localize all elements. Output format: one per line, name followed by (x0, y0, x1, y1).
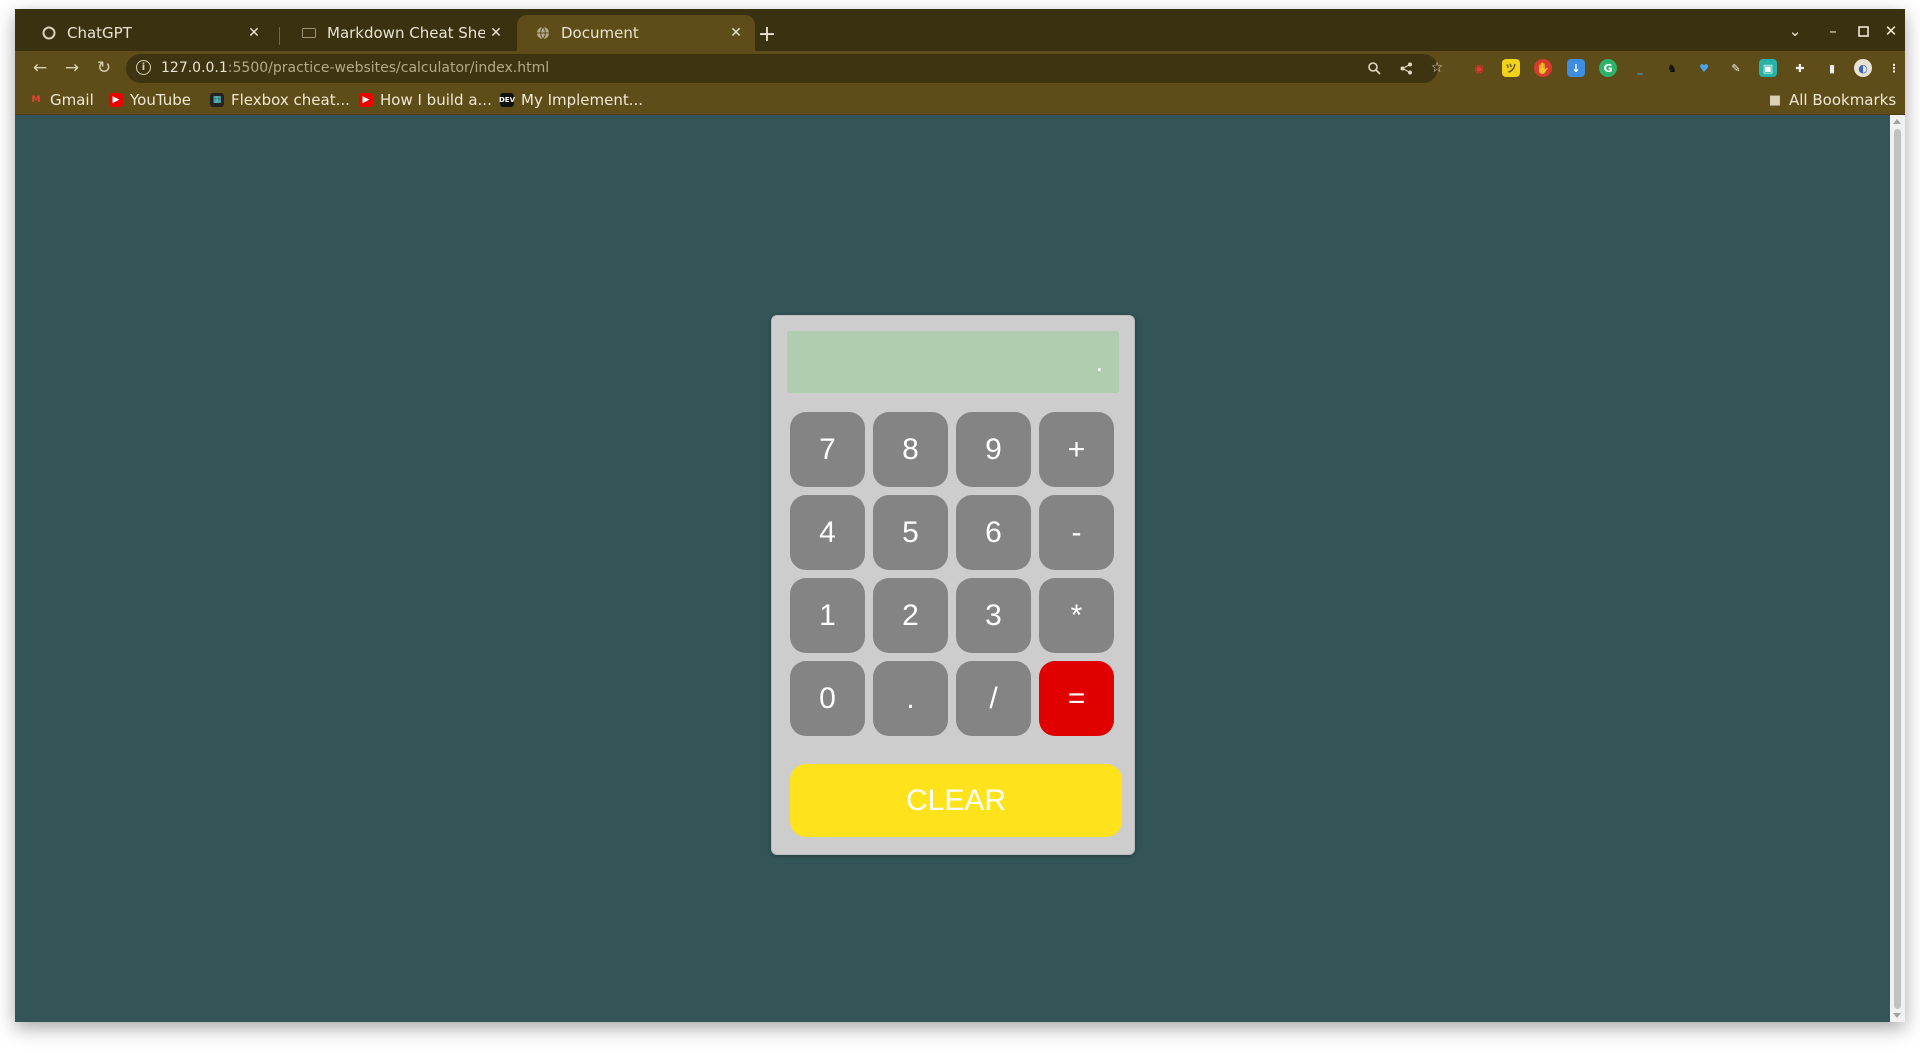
menu-icon[interactable]: ⋮ (1885, 59, 1903, 77)
zoom-icon[interactable] (1365, 59, 1383, 77)
key-3[interactable]: 3 (956, 578, 1031, 653)
browser-toolbar: ← → ↻ i 127.0.0.1:5500/practice-websites… (15, 51, 1905, 86)
back-icon[interactable]: ← (29, 57, 51, 79)
gmail-icon: M (31, 95, 41, 105)
tab-chatgpt[interactable]: ChatGPT ✕ (23, 15, 273, 51)
key-2[interactable]: 2 (873, 578, 948, 653)
key-divide[interactable]: / (956, 661, 1031, 736)
maximize-icon[interactable] (1853, 21, 1873, 41)
youtube-icon: ▶ (359, 93, 373, 107)
globe-icon (535, 25, 551, 41)
share-icon[interactable] (1397, 59, 1415, 77)
all-bookmarks[interactable]: ■ All Bookmarks (1768, 91, 1896, 109)
key-4[interactable]: 4 (790, 495, 865, 570)
extension-grammarly-icon[interactable]: G (1599, 59, 1617, 77)
extension-heart-icon[interactable]: ♥ (1695, 59, 1713, 77)
page-scrollbar[interactable] (1890, 115, 1905, 1022)
dev-icon: DEV (499, 93, 515, 107)
flexbox-icon: ▦ (210, 93, 224, 107)
extension-record-icon[interactable]: ◉ (1470, 59, 1488, 77)
extensions-puzzle-icon[interactable]: ✚ (1791, 59, 1809, 77)
forward-icon[interactable]: → (61, 57, 83, 79)
extension-dropper-icon[interactable]: ✎ (1727, 59, 1745, 77)
url-path: :5500/practice-websites/calculator/index… (227, 60, 550, 76)
markdown-icon (301, 25, 317, 41)
bookmark-my-implement[interactable]: DEV My Implement... (499, 91, 644, 109)
key-decimal[interactable]: . (873, 661, 948, 736)
bookmark-how-i-build[interactable]: ▶ How I build a... (359, 91, 492, 109)
key-0[interactable]: 0 (790, 661, 865, 736)
new-tab-button[interactable]: + (755, 22, 779, 47)
tab-label: Markdown Cheat Sheet | (327, 24, 485, 42)
keypad: 7 8 9 + 4 5 6 - 1 2 3 * 0 . / = (790, 412, 1122, 736)
folder-icon: ■ (1768, 92, 1782, 108)
calculator: . 7 8 9 + 4 5 6 - 1 2 3 * 0 . / = CLEAR (771, 315, 1135, 855)
tab-search-icon[interactable]: ⌄ (1785, 21, 1805, 41)
page-content: . 7 8 9 + 4 5 6 - 1 2 3 * 0 . / = CLEAR (15, 115, 1890, 1022)
scroll-down-arrow-icon[interactable] (1893, 1013, 1901, 1018)
bookmark-flexbox[interactable]: ▦ Flexbox cheat... (210, 91, 350, 109)
bookmark-youtube[interactable]: ▶ YouTube (109, 91, 191, 109)
close-window-icon[interactable]: ✕ (1881, 21, 1901, 41)
site-info-icon[interactable]: i (136, 60, 151, 75)
tab-label: ChatGPT (67, 24, 132, 42)
extension-box-icon[interactable]: ▣ (1759, 59, 1777, 77)
tab-label: Document (561, 24, 639, 42)
tab-divider (279, 27, 280, 45)
key-plus[interactable]: + (1039, 412, 1114, 487)
scrollbar-thumb[interactable] (1894, 129, 1901, 1009)
bookmarks-bar: M Gmail ▶ YouTube ▦ Flexbox cheat... ▶ H… (15, 86, 1905, 115)
key-9[interactable]: 9 (956, 412, 1031, 487)
bookmark-label: How I build a... (380, 91, 492, 109)
extension-hand-icon[interactable]: ✋ (1534, 59, 1552, 77)
bookmark-label: Flexbox cheat... (231, 91, 350, 109)
url-host: 127.0.0.1 (161, 60, 228, 76)
key-8[interactable]: 8 (873, 412, 948, 487)
key-7[interactable]: 7 (790, 412, 865, 487)
key-6[interactable]: 6 (956, 495, 1031, 570)
tab-strip: ChatGPT ✕ Markdown Cheat Sheet | ✕ Docum… (15, 9, 1905, 51)
address-bar[interactable]: i 127.0.0.1:5500/practice-websites/calcu… (126, 54, 1443, 83)
extension-bird-icon[interactable]: ♞ (1663, 59, 1681, 77)
clear-button[interactable]: CLEAR (790, 764, 1122, 837)
all-bookmarks-label: All Bookmarks (1789, 91, 1897, 109)
bookmark-star-icon[interactable]: ☆ (1428, 59, 1446, 77)
bookmark-label: YouTube (130, 91, 191, 109)
reload-icon[interactable]: ↻ (93, 57, 115, 79)
tab-markdown[interactable]: Markdown Cheat Sheet | ✕ (283, 15, 515, 51)
calculator-display: . (787, 331, 1119, 393)
key-5[interactable]: 5 (873, 495, 948, 570)
url-text[interactable]: 127.0.0.1:5500/practice-websites/calcula… (161, 60, 549, 76)
close-tab-icon[interactable]: ✕ (725, 22, 747, 44)
key-equals[interactable]: = (1039, 661, 1114, 736)
youtube-icon: ▶ (109, 93, 123, 107)
chatgpt-icon (41, 25, 57, 41)
close-tab-icon[interactable]: ✕ (485, 22, 507, 44)
close-tab-icon[interactable]: ✕ (243, 22, 265, 44)
profile-avatar[interactable]: ◐ (1854, 59, 1872, 77)
browser-window: ChatGPT ✕ Markdown Cheat Sheet | ✕ Docum… (15, 9, 1905, 1022)
bookmark-label: My Implement... (521, 91, 644, 109)
bookmark-label: Gmail (50, 91, 94, 109)
key-multiply[interactable]: * (1039, 578, 1114, 653)
extension-smile-icon[interactable]: ツ (1502, 59, 1520, 77)
tab-document[interactable]: Document ✕ (517, 15, 755, 51)
key-1[interactable]: 1 (790, 578, 865, 653)
extension-download-icon[interactable]: ↓ (1567, 59, 1585, 77)
side-panel-icon[interactable]: ▮ (1823, 59, 1841, 77)
bookmark-gmail[interactable]: M Gmail (29, 91, 94, 109)
extension-underscore-icon[interactable]: _ (1631, 59, 1649, 77)
scroll-up-arrow-icon[interactable] (1893, 119, 1901, 124)
minimize-icon[interactable]: – (1823, 21, 1843, 41)
key-minus[interactable]: - (1039, 495, 1114, 570)
